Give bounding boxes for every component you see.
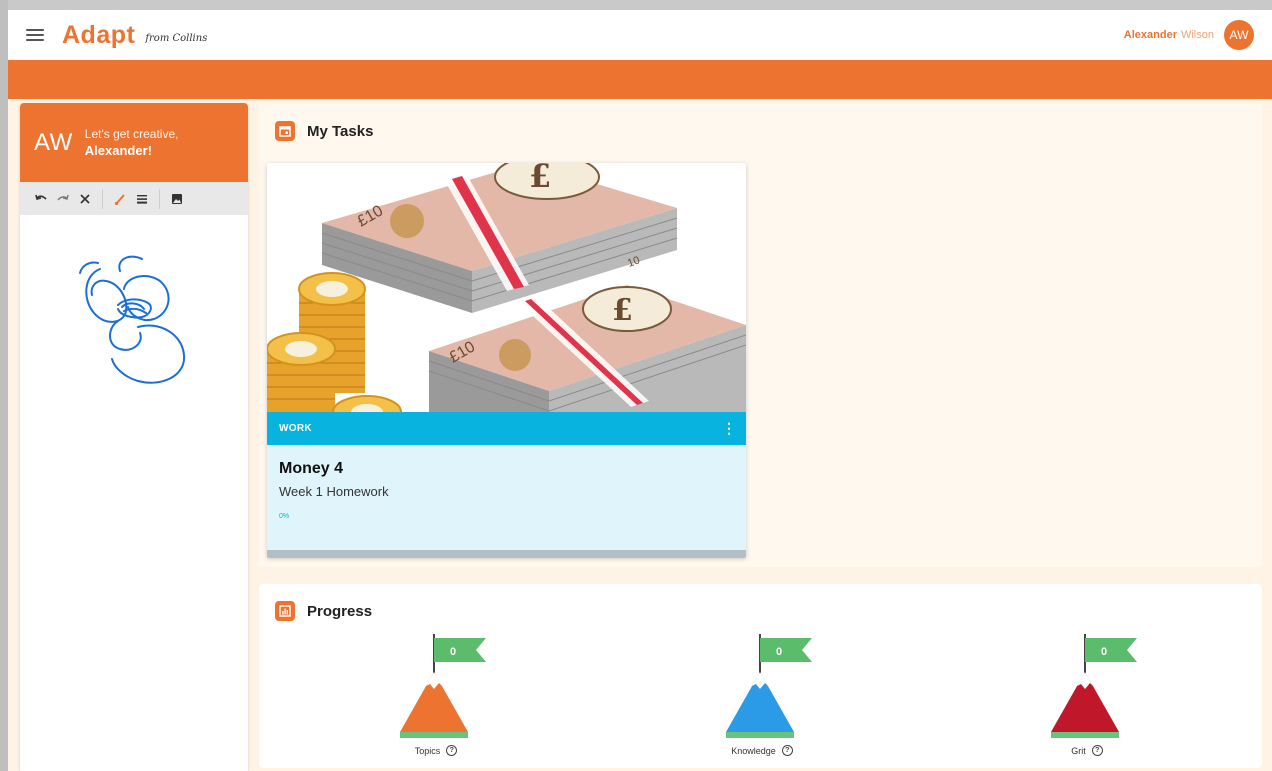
- task-category: WORK: [279, 423, 312, 434]
- metric-label: Grit ?: [1071, 745, 1103, 756]
- metric-label: Knowledge ?: [731, 745, 793, 756]
- task-progress-text: 0%: [279, 513, 290, 520]
- toolbar-divider: [102, 188, 103, 209]
- mountain-flag-icon: 0: [400, 634, 486, 738]
- progress-title: Progress: [307, 602, 373, 620]
- app-bar: Adapt from Collins Alexander Wilson AW: [8, 10, 1272, 60]
- metric-label: Topics ?: [415, 745, 458, 756]
- mountain-flag-icon: 0: [726, 634, 812, 738]
- metric-value: 0: [1101, 646, 1107, 658]
- more-vert-icon[interactable]: ⋮: [722, 420, 736, 437]
- drawing-panel-header: AW Let's get creative, Alexander!: [20, 103, 248, 182]
- greeting-line-2: Alexander!: [84, 143, 152, 158]
- window-frame-top: [0, 0, 1272, 10]
- task-subtitle: Week 1 Homework: [279, 484, 389, 499]
- greeting: Let's get creative, Alexander!: [85, 127, 179, 158]
- metric-value: 0: [776, 646, 782, 658]
- svg-text:£: £: [529, 163, 551, 195]
- task-title: Money 4: [279, 460, 344, 477]
- header-band: [8, 60, 1272, 99]
- task-progress-bar: [267, 550, 746, 558]
- brush-icon[interactable]: [109, 188, 131, 210]
- progress-section-title: Progress: [275, 601, 372, 621]
- drawing-panel: AW Let's get creative, Alexander!: [20, 103, 248, 771]
- help-icon[interactable]: ?: [1091, 745, 1103, 756]
- tasks-title: My Tasks: [307, 122, 374, 140]
- app-logo[interactable]: Adapt: [62, 21, 135, 50]
- metric-value: 0: [450, 646, 456, 658]
- svg-text:£: £: [612, 293, 633, 328]
- help-icon[interactable]: ?: [446, 745, 458, 756]
- task-image-money: £ £10 £ £10 10: [267, 163, 746, 412]
- metric-grit: 0 Grit ?: [1027, 634, 1147, 756]
- app-logo-subtitle: from Collins: [145, 32, 208, 44]
- clear-icon[interactable]: [74, 188, 96, 210]
- toolbar-divider: [159, 188, 160, 209]
- calendar-icon: [275, 121, 295, 141]
- hamburger-menu-icon[interactable]: [24, 26, 46, 44]
- bar-chart-icon: [275, 601, 295, 621]
- tasks-section-title: My Tasks: [275, 121, 373, 141]
- image-icon[interactable]: [166, 188, 188, 210]
- metric-label-text: Grit: [1071, 745, 1086, 756]
- drawing-toolbar: [20, 182, 248, 215]
- greeting-line-1: Let's get creative,: [84, 127, 179, 141]
- metric-label-text: Topics: [414, 745, 441, 756]
- undo-icon[interactable]: [30, 188, 52, 210]
- user-menu[interactable]: Alexander Wilson AW: [1124, 20, 1254, 50]
- help-icon[interactable]: ?: [781, 745, 793, 756]
- drawing-panel-initials: AW: [34, 128, 73, 156]
- metric-topics: 0 Topics ?: [376, 634, 496, 756]
- redo-icon[interactable]: [52, 188, 74, 210]
- line-weight-icon[interactable]: [131, 188, 153, 210]
- user-last-name: Wilson: [1180, 29, 1214, 41]
- window-frame-left: [0, 0, 8, 771]
- task-body: Money 4 Week 1 Homework 0%: [267, 445, 746, 550]
- task-card[interactable]: £ £10 £ £10 10 WORK ⋮ Money 4 Week 1 Hom…: [267, 163, 746, 558]
- metric-label-text: Knowledge: [731, 745, 776, 756]
- task-category-strip: WORK ⋮: [267, 412, 746, 445]
- avatar[interactable]: AW: [1224, 20, 1254, 50]
- metric-knowledge: 0 Knowledge ?: [702, 634, 822, 756]
- drawing-canvas[interactable]: [20, 215, 248, 771]
- mountain-flag-icon: 0: [1051, 634, 1137, 738]
- user-first-name: Alexander: [1123, 29, 1177, 41]
